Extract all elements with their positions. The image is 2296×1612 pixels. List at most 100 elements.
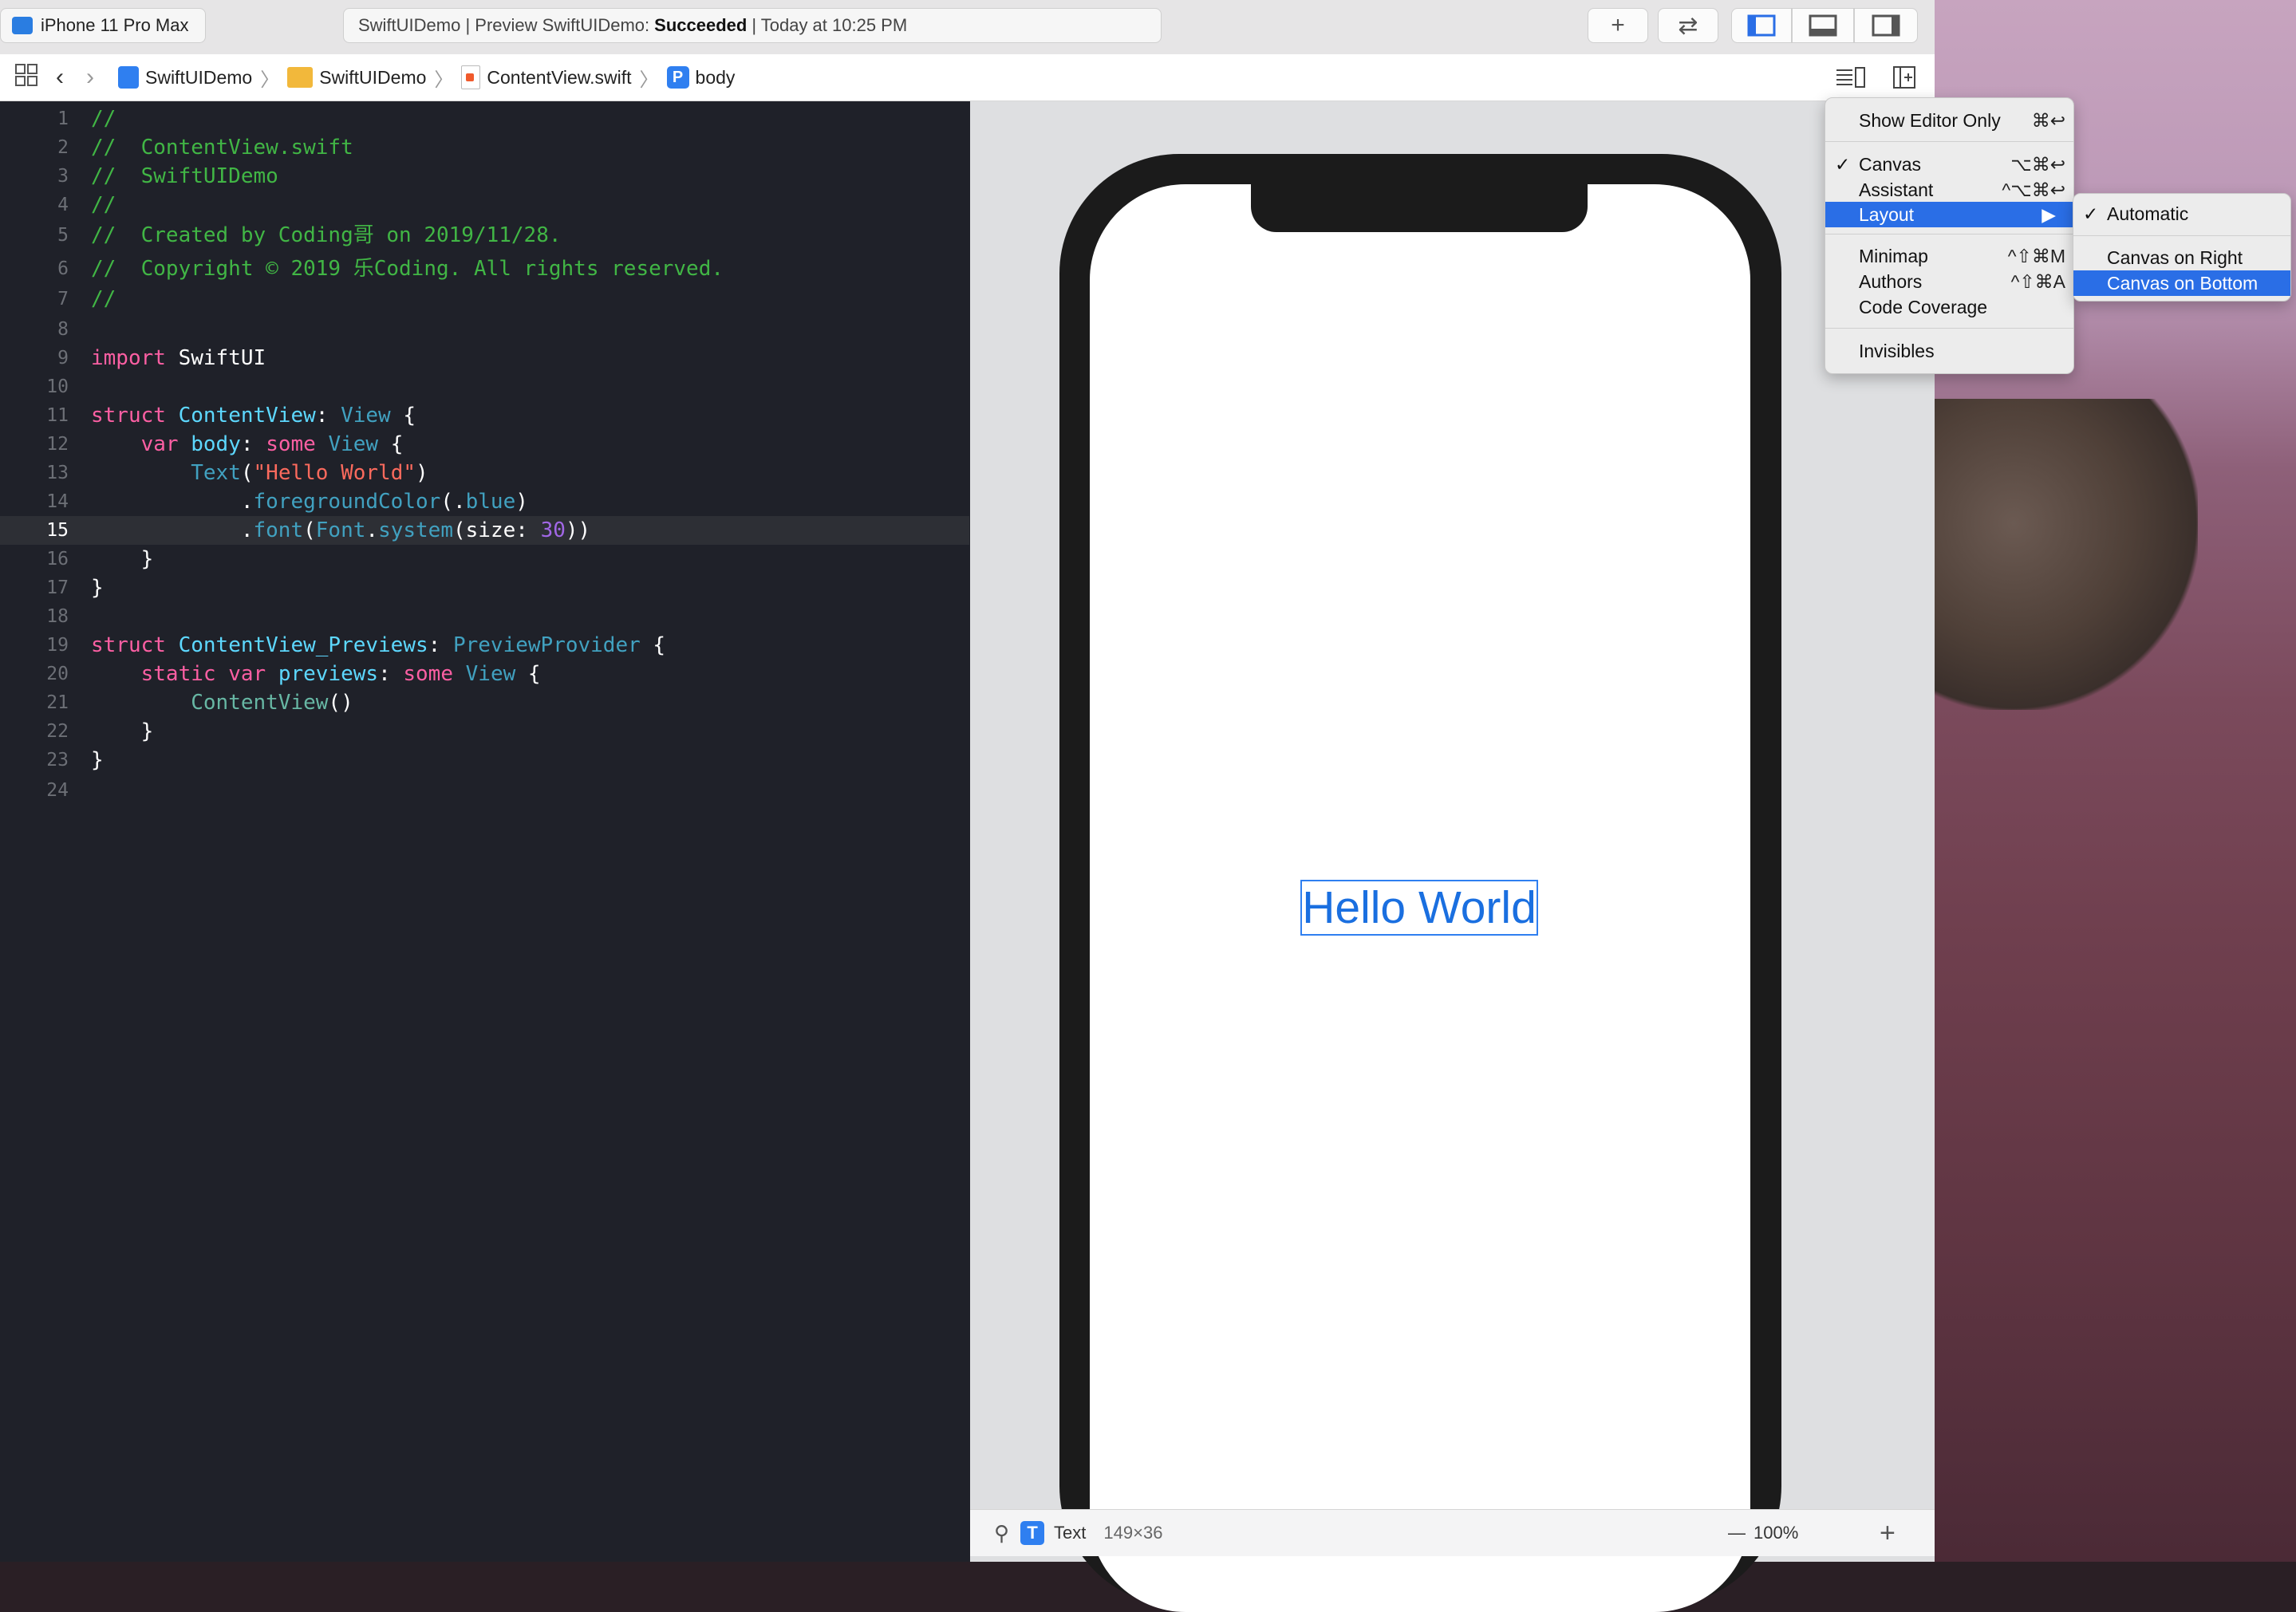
library-button[interactable]: + [1588, 8, 1648, 43]
property-decl-token: previews [278, 662, 379, 686]
property-icon: P [666, 66, 689, 89]
line-number: 22 [46, 721, 69, 742]
keyword-token: struct [91, 404, 166, 428]
menu-item-shortcut: ⌥⌘↩ [2010, 154, 2065, 175]
type-ref-token: View [465, 662, 516, 686]
code-line: 17} [0, 573, 969, 602]
punct-token: ( [240, 461, 254, 485]
code-line: 18 [0, 602, 969, 631]
type-ref-token: View [341, 404, 391, 428]
keyword-token: struct [91, 633, 166, 657]
breadcrumb-file[interactable]: ContentView.swift [461, 65, 632, 89]
left-panel-icon [1747, 14, 1776, 37]
breadcrumb-group[interactable]: SwiftUIDemo [287, 67, 426, 89]
code-text: } [91, 576, 104, 600]
code-line: 4 // [0, 191, 969, 219]
punct-token: : [428, 633, 453, 657]
punct-token: { [378, 432, 404, 456]
menu-item-label: Code Coverage [1859, 297, 1988, 317]
keyword-token: var [140, 432, 179, 456]
menu-item-show-editor-only[interactable]: Show Editor Only ⌘↩ [1825, 108, 2073, 133]
zoom-in-icon[interactable]: + [1880, 1518, 1896, 1549]
code-text: // ContentView.swift [91, 136, 353, 160]
menu-item-label: Canvas [1859, 154, 1921, 175]
breadcrumb-symbol[interactable]: P body [666, 66, 735, 89]
folder-icon [287, 67, 314, 88]
layout-submenu: ✓ Automatic Canvas on Right Canvas on Bo… [2073, 193, 2291, 302]
toggle-navigator-button[interactable] [1731, 8, 1792, 43]
submenu-item-canvas-on-right[interactable]: Canvas on Right [2073, 245, 2290, 270]
source-editor[interactable]: 1 // 2 // ContentView.swift 3 // SwiftUIDem… [0, 101, 969, 1562]
line-number: 24 [46, 780, 69, 801]
submenu-arrow-icon: ▶ [2042, 204, 2056, 225]
xcode-window: iPhone 11 Pro Max SwiftUIDemo | Preview … [0, 0, 1935, 1612]
code-text: import SwiftUI [91, 344, 266, 372]
breadcrumb-project-label: SwiftUIDemo [145, 66, 253, 88]
scheme-device-label: iPhone 11 Pro Max [41, 15, 189, 35]
toolbar: iPhone 11 Pro Max SwiftUIDemo | Preview … [0, 0, 1935, 55]
punct-token: . [240, 518, 254, 542]
canvas-bottom-bar: ⚲ T Text 149×36 — 100% + [970, 1509, 1935, 1556]
code-text: struct ContentView_Previews: PreviewProv… [91, 631, 665, 660]
submenu-item-canvas-on-bottom[interactable]: Canvas on Bottom [2073, 270, 2290, 296]
line-number: 17 [46, 577, 69, 598]
line-number: 7 [57, 289, 69, 309]
breadcrumb-separator-icon: 〉 [260, 69, 280, 91]
method-token: foregroundColor [253, 490, 441, 514]
menu-item-authors[interactable]: Authors ^⇧⌘A [1825, 269, 2073, 294]
menu-item-code-coverage[interactable]: Code Coverage [1825, 294, 2073, 320]
toggle-inspector-button[interactable] [1854, 8, 1918, 43]
punct-token: (size: [452, 518, 541, 542]
editor-options-icon[interactable] [1835, 65, 1867, 94]
code-line: 13 Text("Hello World") [0, 459, 969, 487]
zoom-out-icon[interactable]: — [1728, 1523, 1746, 1543]
line-number: 23 [46, 750, 69, 771]
menu-item-canvas[interactable]: ✓ Canvas ⌥⌘↩ [1825, 152, 2073, 177]
menu-item-assistant[interactable]: Assistant ^⌥⌘↩ [1825, 177, 2073, 203]
line-number: 12 [46, 434, 69, 455]
back-icon[interactable]: ‹ [56, 64, 64, 91]
menu-item-minimap[interactable]: Minimap ^⇧⌘M [1825, 243, 2073, 269]
punct-token: ) [416, 461, 428, 485]
line-number: 16 [46, 549, 69, 570]
plus-icon: + [1611, 12, 1625, 38]
punct-token: : [378, 662, 404, 686]
menu-item-label: Canvas on Bottom [2107, 273, 2259, 294]
preview-hello-text[interactable]: Hello World [1300, 880, 1538, 936]
method-token: font [253, 518, 304, 542]
add-editor-icon[interactable] [1892, 65, 1916, 94]
scheme-device-selector[interactable]: iPhone 11 Pro Max [0, 8, 206, 43]
code-line: 2 // ContentView.swift [0, 133, 969, 162]
breadcrumb-file-label: ContentView.swift [487, 66, 632, 88]
line-number: 19 [46, 635, 69, 656]
line-number: 8 [57, 319, 69, 340]
toggle-debug-area-button[interactable] [1792, 8, 1854, 43]
property-decl-token: body [191, 432, 241, 456]
member-token: blue [465, 490, 516, 514]
menu-item-label: Layout [1859, 204, 1915, 225]
menu-item-layout[interactable]: Layout ▶ [1825, 202, 2073, 227]
type-ref-token: Text [191, 461, 241, 485]
line-number: 11 [46, 405, 69, 426]
breadcrumb-project[interactable]: SwiftUIDemo [118, 66, 252, 89]
line-number: 21 [46, 692, 69, 713]
menu-item-shortcut: ^⇧⌘A [2010, 271, 2065, 292]
related-items-icon[interactable] [14, 63, 38, 92]
line-number: 2 [57, 137, 69, 158]
code-line: 5 // Created by Coding哥 on 2019/11/28. [0, 221, 969, 250]
line-number: 3 [57, 166, 69, 187]
activity-status: SwiftUIDemo | Preview SwiftUIDemo: Succe… [343, 8, 1162, 43]
code-text: // [91, 287, 116, 311]
menu-separator [2073, 235, 2290, 236]
menu-item-invisibles[interactable]: Invisibles [1825, 338, 2073, 364]
forward-icon[interactable]: › [86, 64, 94, 91]
code-line: 16 } [0, 545, 969, 573]
code-line: 19 struct ContentView_Previews: PreviewPr… [0, 631, 969, 660]
punct-token: )) [565, 518, 591, 542]
code-review-button[interactable]: ⇄ [1658, 8, 1718, 43]
submenu-item-automatic[interactable]: ✓ Automatic [2073, 201, 2290, 227]
selected-element-size: 149×36 [1103, 1523, 1163, 1543]
menu-separator [1825, 328, 2073, 329]
pin-icon[interactable]: ⚲ [994, 1521, 1009, 1546]
type-ref-token: View [328, 432, 379, 456]
